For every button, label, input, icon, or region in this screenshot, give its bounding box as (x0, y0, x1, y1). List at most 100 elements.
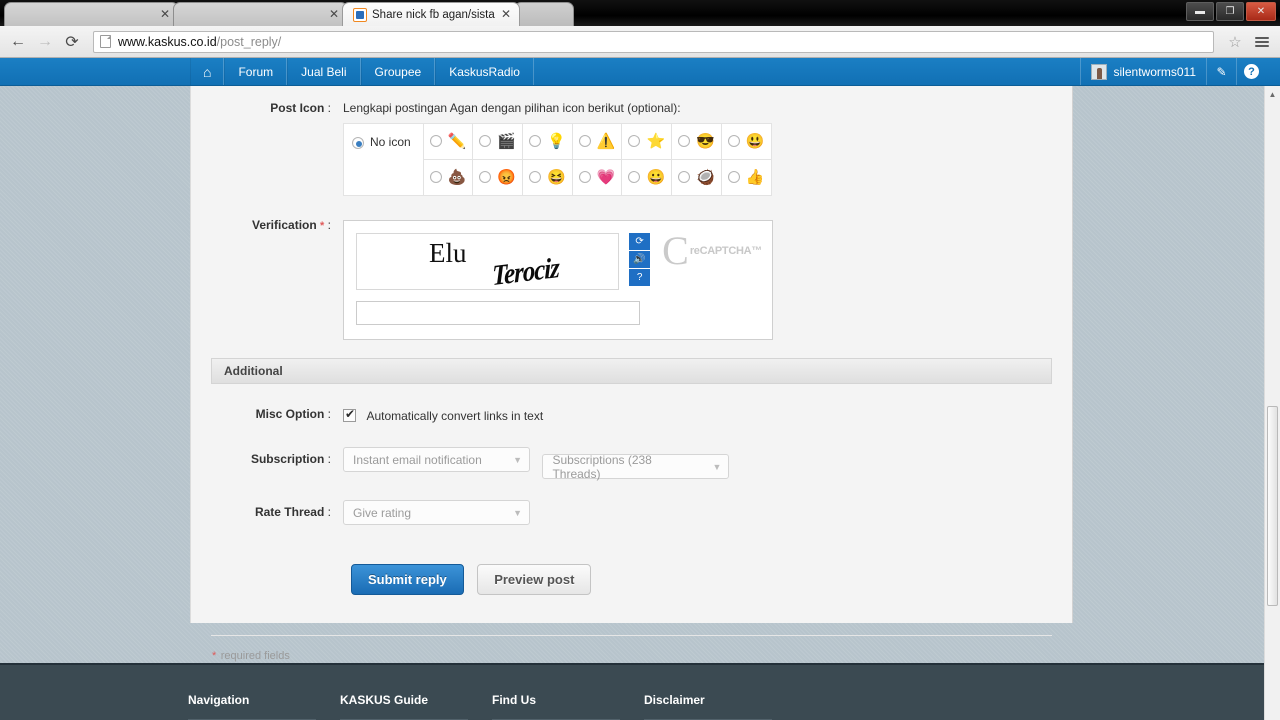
post-icon-option[interactable]: 💡 (522, 123, 573, 160)
post-icon-option[interactable]: 😃 (720, 123, 772, 160)
post-icon-option[interactable]: 💗 (571, 159, 623, 196)
thumbs-up-icon: 👍 (745, 168, 765, 186)
chevron-down-icon: ▼ (513, 507, 522, 518)
help-icon-button[interactable]: ? (1236, 58, 1266, 85)
back-icon[interactable]: ← (6, 30, 30, 54)
captcha-input[interactable] (356, 301, 640, 325)
post-icon-option[interactable]: ✏️ (422, 123, 474, 160)
nav-item-jual-beli[interactable]: Jual Beli (287, 58, 361, 85)
close-button[interactable]: ✕ (1246, 2, 1276, 21)
captcha-audio-icon[interactable]: 🔊 (629, 251, 651, 268)
post-icon-radio[interactable] (578, 171, 591, 184)
verification-label-text: Verification (252, 218, 317, 232)
scroll-up-arrow-icon[interactable]: ▲ (1265, 86, 1280, 102)
post-icon-radio[interactable] (578, 135, 591, 148)
browser-tab-active[interactable]: Share nick fb agan/sista di ✕ (342, 2, 520, 26)
pencil-icon: ✏️ (447, 132, 467, 150)
post-icon-radio[interactable] (429, 135, 442, 148)
post-icon-option[interactable]: 😡 (472, 159, 524, 196)
subscription-field: Instant email notification ▼ Subscriptio… (343, 447, 730, 481)
captcha-refresh-icon[interactable]: ⟳ (629, 233, 651, 250)
subscription-folder-select[interactable]: Subscriptions (238 Threads) ▼ (542, 452, 730, 481)
nav-item-groupee[interactable]: Groupee (360, 58, 436, 85)
captcha-row: Elu Terociz ⟳ 🔊 ? C reCAPTCHA™ (356, 231, 762, 290)
post-icon-option[interactable]: 💩 (422, 159, 474, 196)
nav-item-kaskusradio[interactable]: KaskusRadio (435, 58, 534, 85)
submit-reply-button[interactable]: Submit reply (351, 564, 464, 595)
reload-icon[interactable]: ⟳ (60, 30, 84, 54)
post-icon-radio[interactable] (479, 171, 492, 184)
colon: : (327, 218, 331, 232)
footer-column-title: Find Us (492, 693, 536, 707)
chevron-down-icon: ▼ (513, 454, 522, 465)
convert-links-checkbox[interactable] (343, 407, 356, 423)
browser-menu-icon[interactable] (1250, 30, 1274, 54)
post-icon-radio[interactable] (529, 135, 542, 148)
page-scrollbar[interactable]: ▲ (1264, 86, 1280, 720)
browser-tab-2[interactable]: ✕ (173, 2, 348, 26)
post-icon-option[interactable]: 😀 (621, 159, 673, 196)
footer-column-navigation: Navigation (188, 693, 340, 720)
minimize-button[interactable]: ▬ (1186, 2, 1214, 21)
misc-option-field[interactable]: Automatically convert links in text (343, 407, 543, 425)
site-footer: Navigation KASKUS Guide Find Us Disclaim… (0, 663, 1280, 720)
post-icon-radio[interactable] (727, 135, 740, 148)
footer-column-title: Disclaimer (644, 693, 705, 707)
nav-home-icon[interactable]: ⌂ (190, 58, 225, 85)
browser-tab-4[interactable] (514, 2, 574, 26)
url-path: /post_reply/ (216, 34, 282, 49)
subscription-row: Subscription : Instant email notificatio… (191, 425, 1072, 481)
post-icon-radio[interactable] (529, 171, 542, 184)
browser-window: ✕ ✕ Share nick fb agan/sista di ✕ ▬ ❐ ✕ … (0, 0, 1280, 720)
post-icon-option[interactable]: 👍 (720, 159, 772, 196)
poop-icon: 💩 (447, 168, 467, 186)
avatar (1090, 63, 1107, 80)
page-info-icon (100, 35, 111, 48)
post-icon-radio[interactable] (678, 135, 691, 148)
captcha-controls: ⟳ 🔊 ? (629, 233, 651, 286)
post-icon-radio[interactable] (628, 135, 641, 148)
no-icon-cell[interactable]: No icon (343, 123, 424, 196)
post-icon-radio[interactable] (727, 171, 740, 184)
post-icon-option[interactable]: 🥥 (671, 159, 722, 196)
required-fields-note: * required fields (191, 636, 1072, 664)
post-icon-radio[interactable] (678, 171, 691, 184)
post-icon-option[interactable]: ⭐ (621, 123, 673, 160)
scrollbar-thumb[interactable] (1267, 406, 1278, 606)
tab-close-icon[interactable]: ✕ (327, 7, 341, 22)
post-icon-option[interactable]: 😎 (671, 123, 722, 160)
chevron-down-icon: ▼ (712, 461, 722, 472)
tab-close-icon[interactable]: ✕ (499, 7, 513, 22)
heart-icon: 💗 (596, 168, 616, 186)
post-icon-option[interactable]: ⚠️ (571, 123, 623, 160)
post-icon-label-text: Post Icon (270, 101, 325, 115)
captcha-help-icon[interactable]: ? (629, 269, 651, 286)
user-menu[interactable]: silentworms011 (1079, 58, 1206, 85)
page-viewport: Post Icon : Lengkapi postingan Agan deng… (0, 86, 1280, 720)
recaptcha-wordmark: reCAPTCHA™ (689, 245, 762, 257)
browser-toolbar: ← → ⟳ www.kaskus.co.id /post_reply/ ☆ (0, 26, 1280, 58)
cool-blue-face-icon: 😎 (696, 132, 715, 150)
subscription-type-select[interactable]: Instant email notification ▼ (343, 447, 530, 472)
no-icon-radio[interactable] (352, 136, 364, 149)
kaskus-favicon-icon (353, 7, 367, 22)
bookmark-star-icon[interactable]: ☆ (1223, 30, 1247, 54)
post-icon-radio[interactable] (429, 171, 442, 184)
captcha-word-2: Terociz (491, 252, 560, 290)
browser-tab-1[interactable]: ✕ (4, 2, 179, 26)
rate-thread-select[interactable]: Give rating ▼ (343, 500, 530, 525)
post-icon-option[interactable]: 🎬 (472, 123, 524, 160)
post-icon-option[interactable]: 😆 (522, 159, 573, 196)
post-icon-radio[interactable] (628, 171, 641, 184)
nav-item-forum[interactable]: Forum (224, 58, 288, 85)
post-icon-radio[interactable] (479, 135, 492, 148)
address-bar[interactable]: www.kaskus.co.id /post_reply/ (93, 30, 1214, 53)
subscription-folder-value: Subscriptions (238 Threads) (552, 452, 652, 481)
restore-button[interactable]: ❐ (1216, 2, 1244, 21)
forward-icon[interactable]: → (33, 30, 57, 54)
captcha-image: Elu Terociz (356, 233, 620, 290)
compose-pencil-icon[interactable]: ✎ (1206, 58, 1236, 85)
rate-thread-label: Rate Thread : (191, 500, 343, 519)
preview-post-button[interactable]: Preview post (477, 564, 592, 595)
tab-close-icon[interactable]: ✕ (158, 7, 172, 22)
